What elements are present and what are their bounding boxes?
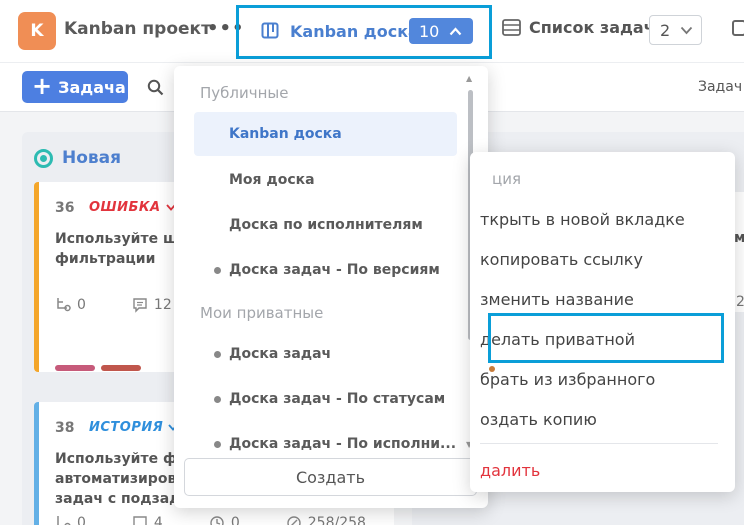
scroll-up-icon[interactable]: ▲ [466, 74, 472, 83]
context-section-heading: ция [492, 170, 521, 188]
progress-peek: 258 [736, 294, 744, 310]
clock-icon [210, 516, 224, 525]
create-board-button[interactable]: Создать [184, 458, 477, 496]
board-item-my-board[interactable]: Моя доска [194, 158, 457, 202]
board-item-by-version[interactable]: Доска задач - По версиям [194, 248, 457, 292]
time-spent: 0 [230, 515, 240, 525]
toolbar-right-label[interactable]: Задач [698, 79, 742, 95]
subtasks-count: 0 [77, 515, 86, 525]
dot-icon [214, 267, 221, 274]
task-type-tag[interactable]: ИСТОРИЯ [89, 420, 178, 435]
board-icon [261, 22, 279, 39]
board-item-by-status[interactable]: Доска задач - По статусам [194, 377, 457, 421]
task-type-label: ОШИБКА [89, 200, 161, 215]
task-title-peek: ми [734, 230, 744, 246]
search-icon[interactable] [147, 79, 164, 96]
comments-count: 4 [153, 515, 163, 525]
private-section-heading: Мои приватные [200, 304, 324, 322]
chevron-down-icon [681, 26, 693, 34]
task-type-label: ИСТОРИЯ [89, 420, 164, 435]
project-title[interactable]: Kanban проект [64, 19, 211, 39]
tab-kanban-board-label: Kanban доска [290, 22, 419, 41]
task-list-count: 2 [660, 20, 671, 40]
top-bar: K Kanban проект ••• Kanban доска 10 Спис… [0, 0, 744, 62]
dot-icon [214, 351, 221, 358]
board-count: 10 [419, 21, 440, 41]
board-item-label: Доска по исполнителям [229, 217, 423, 233]
label-pill [55, 365, 95, 371]
list-icon [502, 19, 521, 36]
menu-anchor-dot [489, 366, 495, 372]
progress-value: 258/258 [307, 515, 366, 525]
board-item-label: Kanban доска [229, 126, 342, 142]
board-item-tasks[interactable]: Доска задач [194, 332, 457, 376]
status-ring-icon [34, 148, 53, 168]
project-logo[interactable]: K [18, 12, 56, 50]
dot-icon [214, 441, 221, 448]
board-item-kanban[interactable]: Kanban доска [194, 112, 457, 156]
add-task-label: Задача [58, 77, 126, 97]
chevron-up-icon [450, 26, 462, 35]
tab-kanban-board[interactable]: Kanban доска 10 [236, 5, 492, 59]
add-task-button[interactable]: + Задача [22, 71, 128, 103]
task-meta: 0 12 [55, 297, 172, 313]
menu-item-open-new-tab[interactable]: ткрыть в новой вкладке [470, 199, 735, 239]
view-icon[interactable] [732, 20, 744, 36]
tab-task-list-label: Список задач [529, 18, 655, 37]
task-type-tag[interactable]: ОШИБКА [89, 200, 176, 215]
tab-task-list[interactable]: Список задач [502, 18, 655, 37]
board-item-label: Моя доска [229, 172, 315, 188]
subtasks-icon [57, 298, 71, 312]
board-count-badge[interactable]: 10 [409, 18, 473, 44]
menu-item-copy-link[interactable]: копировать ссылку [470, 239, 735, 279]
plus-icon: + [32, 71, 53, 100]
public-section-heading: Публичные [200, 84, 289, 102]
dot-icon [214, 396, 221, 403]
menu-item-duplicate[interactable]: оздать копию [470, 399, 735, 439]
menu-divider [480, 443, 718, 444]
make-private-highlight [488, 313, 724, 363]
board-item-label: Доска задач - По версиям [229, 262, 440, 278]
board-item-label: Доска задач - По статусам [229, 391, 446, 407]
task-meta: 0 4 0 258/258 [55, 515, 366, 525]
menu-item-delete[interactable]: далить [470, 450, 735, 490]
task-number: 36 [55, 200, 75, 216]
task-number: 38 [55, 420, 75, 436]
comments-count: 12 [153, 297, 172, 313]
label-pill [101, 365, 141, 371]
progress-icon [287, 516, 301, 525]
comment-icon [133, 516, 147, 525]
task-list-count-select[interactable]: 2 [649, 15, 702, 45]
board-item-label: Доска задач - По исполни... [229, 436, 457, 452]
column-title: Новая [62, 148, 122, 168]
comment-icon [133, 298, 147, 313]
board-item-by-assignee[interactable]: Доска по исполнителям [194, 203, 457, 247]
board-dropdown: ▲ ▼ Публичные Kanban доска Моя доска Дос… [174, 66, 488, 508]
subtasks-count: 0 [77, 297, 86, 313]
menu-item-remove-favorite[interactable]: брать из избранного [470, 359, 735, 399]
column-header: Новая [34, 148, 121, 168]
board-item-label: Доска задач [229, 346, 332, 362]
subtasks-icon [57, 516, 71, 525]
